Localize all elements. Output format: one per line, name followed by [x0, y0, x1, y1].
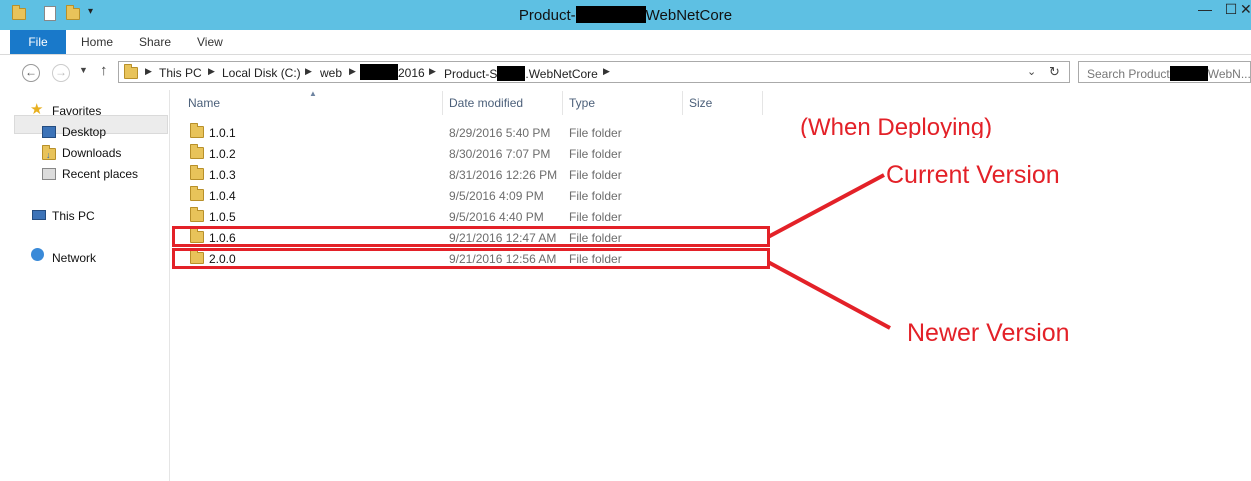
annotation-arrows: [767, 173, 891, 330]
arrow-newer-version: [767, 260, 891, 330]
annotation-current-version: Current Version: [886, 161, 1060, 189]
annotation-deploying: (When Deploying): [800, 114, 993, 138]
annotation-newer-version: Newer Version: [907, 319, 1070, 347]
arrow-current-version: [767, 173, 885, 239]
annotation-deploying-wrap: (When Deploying): [800, 114, 992, 138]
